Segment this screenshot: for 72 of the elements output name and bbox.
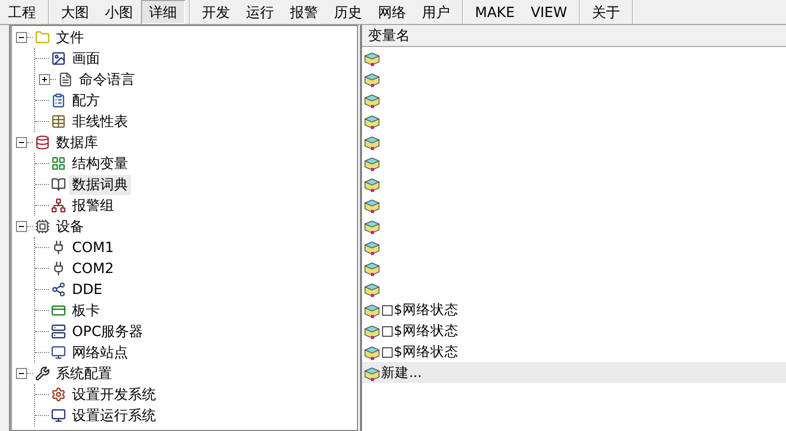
toolbar-button[interactable]: 运行: [238, 0, 282, 24]
cube-icon: [364, 322, 381, 338]
cube-icon: [364, 134, 381, 150]
variable-row[interactable]: □$网络状态: [362, 320, 786, 341]
cube-icon: [364, 260, 381, 276]
cube-icon: [364, 50, 381, 66]
tree-item[interactable]: 非线性表: [69, 112, 131, 132]
tools-icon: [33, 366, 51, 382]
tree-item[interactable]: 数据词典: [69, 174, 131, 194]
cube-icon: [364, 196, 381, 212]
tree-item[interactable]: 结构变量: [69, 154, 131, 174]
variable-row[interactable]: 新建...: [362, 362, 786, 383]
collapse-toggle[interactable]: [16, 137, 27, 148]
variable-name: □$网络状态: [381, 300, 458, 318]
collapse-toggle[interactable]: [16, 221, 27, 232]
tree-item[interactable]: 文件: [53, 28, 87, 48]
cube-icon: [364, 154, 381, 170]
tree-item[interactable]: 板卡: [69, 300, 103, 320]
variable-name: □$网络状态: [381, 322, 458, 340]
tree-item[interactable]: 设置运行系统: [69, 406, 159, 426]
computer-icon: [49, 344, 67, 360]
toolbar-button[interactable]: MAKE: [467, 0, 523, 24]
cube-icon: [364, 344, 381, 360]
toolbar-button[interactable]: 开发: [194, 0, 238, 24]
card-icon: [49, 302, 67, 318]
folder-icon: [33, 30, 51, 46]
tree-item[interactable]: 数据库: [53, 132, 101, 152]
toolbar-button[interactable]: 报警: [282, 0, 326, 24]
cube-icon: [364, 176, 381, 192]
monitor-icon: [49, 408, 67, 424]
variable-name: □$网络状态: [381, 342, 458, 360]
cube-icon: [364, 364, 381, 380]
tree-item[interactable]: 系统配置: [53, 364, 115, 384]
tree-item[interactable]: 命令语言: [76, 70, 138, 90]
tree-item[interactable]: 画面: [69, 48, 103, 68]
chip-icon: [33, 218, 51, 234]
expand-toggle[interactable]: [39, 74, 50, 85]
toolbar-button[interactable]: 关于: [584, 0, 628, 24]
cube-icon: [364, 70, 381, 86]
tree-item[interactable]: 报警组: [69, 196, 117, 216]
toolbar-button[interactable]: 网络: [370, 0, 414, 24]
tree-item[interactable]: 设置开发系统: [69, 384, 159, 404]
variable-name: 新建...: [381, 364, 422, 382]
cube-icon: [364, 218, 381, 234]
tree-item[interactable]: 设备: [53, 216, 87, 236]
toolbar-button[interactable]: 大图: [53, 0, 97, 24]
toolbar-button[interactable]: 详细: [141, 0, 185, 24]
toolbar-button[interactable]: 用户: [414, 0, 458, 24]
column-header[interactable]: 变量名: [362, 25, 786, 47]
tree-item[interactable]: DDE: [69, 280, 106, 298]
tree-item[interactable]: 网络站点: [69, 342, 131, 362]
tree-item[interactable]: COM2: [69, 260, 117, 278]
cube-icon: [364, 280, 381, 296]
server-icon: [49, 324, 67, 340]
cube-icon: [364, 112, 381, 128]
toolbar-button[interactable]: 小图: [97, 0, 141, 24]
tree-item[interactable]: 配方: [69, 90, 103, 110]
gear-icon: [49, 386, 67, 402]
toolbar-button[interactable]: 工程: [0, 0, 44, 24]
hierarchy-icon: [49, 198, 67, 214]
collapse-toggle[interactable]: [16, 368, 27, 379]
cube-icon: [364, 238, 381, 254]
collapse-toggle[interactable]: [16, 32, 27, 43]
toolbar-button[interactable]: 历史: [326, 0, 370, 24]
toolbar-button[interactable]: VIEW: [522, 0, 576, 24]
cube-icon: [364, 302, 381, 318]
variable-row[interactable]: □$网络状态: [362, 341, 786, 362]
cube-icon: [364, 92, 381, 108]
tree-item[interactable]: OPC服务器: [69, 322, 146, 342]
book-icon: [49, 176, 67, 192]
variable-row[interactable]: □$网络状态: [362, 299, 786, 320]
tree-item[interactable]: COM1: [69, 238, 117, 256]
